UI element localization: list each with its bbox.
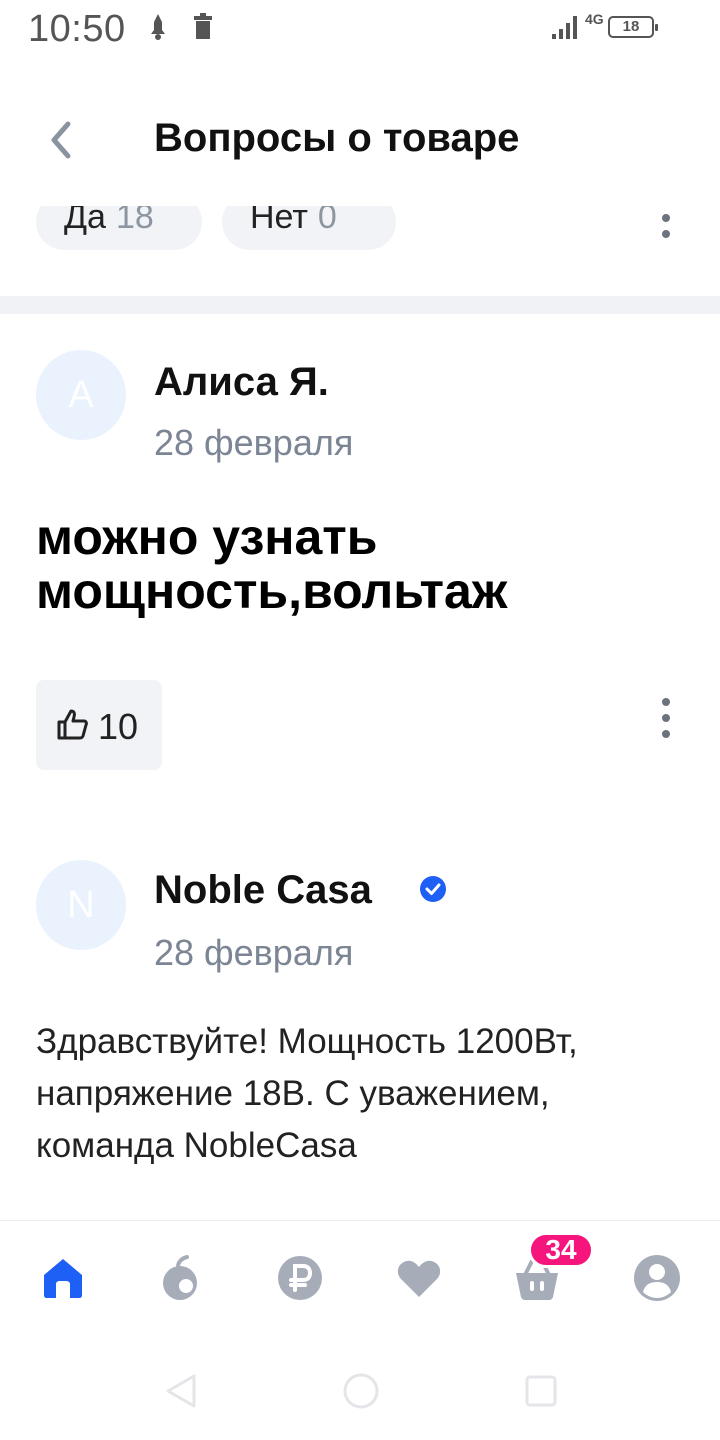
status-time: 10:50 (28, 8, 126, 50)
yes-count: 18 (115, 206, 154, 236)
yes-label: Да (64, 206, 106, 236)
section-divider (0, 296, 720, 314)
cart-badge: 34 (528, 1232, 594, 1268)
home-icon[interactable] (38, 1253, 88, 1303)
status-bar: 10:50 4G 18 (0, 0, 720, 60)
question-more-icon[interactable] (656, 698, 676, 746)
seller-avatar: N (36, 860, 126, 950)
ruble-icon[interactable] (275, 1253, 325, 1303)
profile-icon[interactable] (632, 1253, 682, 1303)
no-chip[interactable]: Нет 0 (222, 206, 396, 250)
question-date: 28 февраля (154, 422, 354, 463)
avatar: А (36, 350, 126, 440)
system-home-icon[interactable] (340, 1370, 382, 1412)
more-options-icon[interactable] (656, 214, 676, 246)
battery-level: 18 (622, 18, 640, 35)
seller-avatar-initial: N (67, 884, 95, 926)
trash-icon (194, 13, 212, 39)
system-back-icon[interactable] (160, 1370, 202, 1412)
catalog-icon[interactable] (156, 1253, 206, 1303)
like-button[interactable]: 10 (36, 680, 162, 770)
header: Вопросы о товаре (0, 90, 720, 190)
yes-chip[interactable]: Да 18 (36, 206, 202, 250)
back-button[interactable] (36, 114, 88, 166)
answer-text: Здравствуйте! Мощность 1200Вт, напряжени… (36, 1022, 578, 1165)
heart-icon[interactable] (394, 1253, 444, 1303)
question-author: Алиса Я. (154, 360, 329, 404)
answer-date: 28 февраля (154, 932, 354, 973)
no-label: Нет (250, 206, 308, 236)
bottom-navigation (0, 1220, 720, 1330)
answer-author: Noble Casa (154, 868, 372, 912)
signal-icon (552, 16, 577, 39)
network-type: 4G (585, 11, 604, 27)
question-text: можно узнать мощность,вольтаж (36, 509, 508, 619)
no-count: 0 (317, 206, 337, 236)
page-title: Вопросы о товаре (154, 116, 520, 160)
verified-icon (420, 876, 446, 902)
avatar-initial: А (68, 374, 94, 416)
system-navigation-bar (0, 1340, 720, 1440)
battery-indicator: 18 (608, 16, 658, 38)
notification-icon (151, 14, 165, 40)
like-count: 10 (98, 706, 139, 747)
vote-chips-row: Да 18 Нет 0 (0, 206, 720, 256)
system-recents-icon[interactable] (520, 1370, 562, 1412)
thumbs-up-icon (57, 709, 88, 740)
